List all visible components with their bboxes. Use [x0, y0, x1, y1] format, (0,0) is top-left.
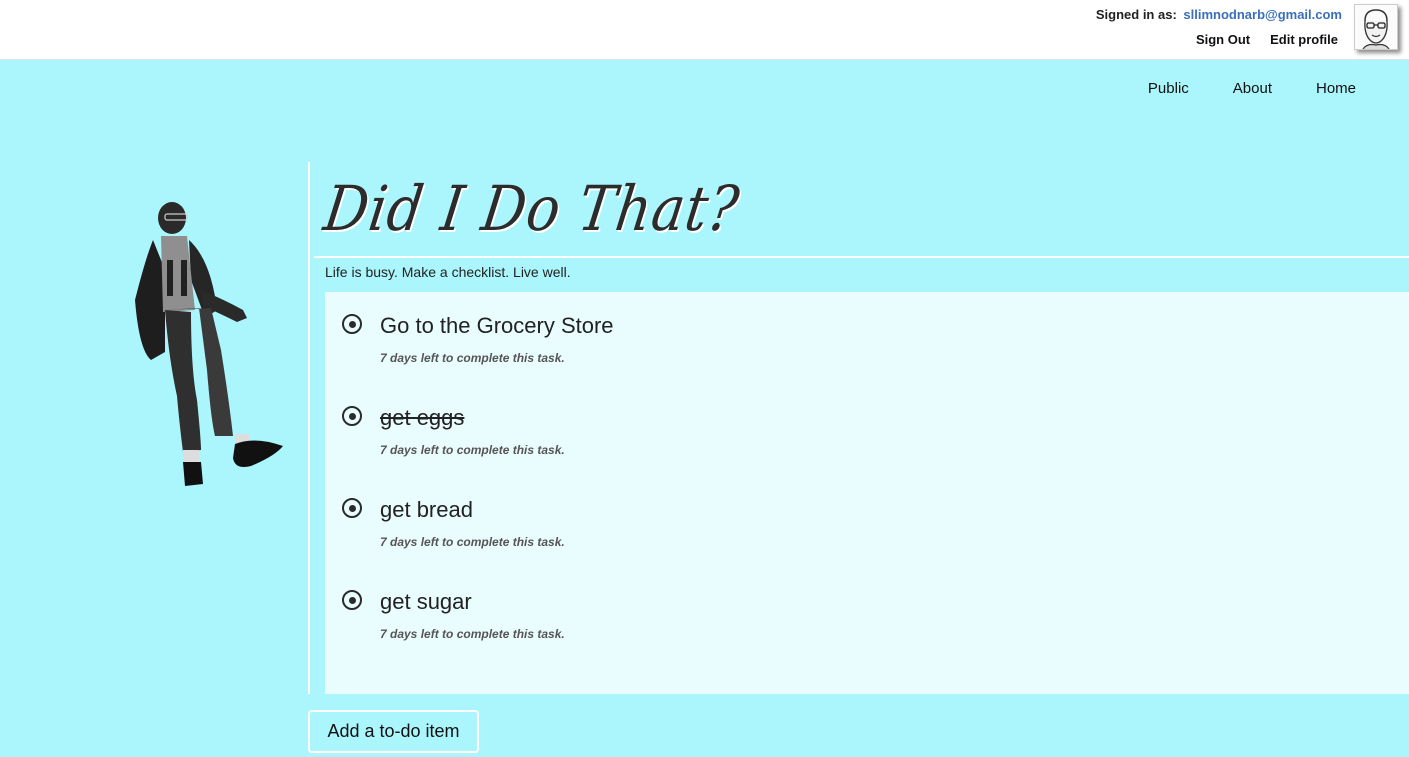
- edit-profile-link[interactable]: Edit profile: [1270, 32, 1338, 47]
- task-name[interactable]: get bread: [380, 497, 473, 523]
- user-email[interactable]: sllimnodnarb@gmail.com: [1183, 7, 1342, 22]
- tagline: Life is busy. Make a checklist. Live wel…: [325, 264, 571, 280]
- list-item: get sugar 7 days left to complete this t…: [325, 576, 1409, 646]
- avatar[interactable]: [1354, 4, 1398, 50]
- divider-horizontal: [314, 256, 1409, 258]
- list-item: Go to the Grocery Store 7 days left to c…: [325, 300, 1409, 370]
- dancing-man-figure-icon: [125, 200, 290, 490]
- list-item: get eggs 7 days left to complete this ta…: [325, 392, 1409, 462]
- task-due: 7 days left to complete this task.: [380, 351, 565, 365]
- task-name[interactable]: Go to the Grocery Store: [380, 313, 614, 339]
- add-todo-button[interactable]: Add a to-do item: [308, 710, 479, 753]
- task-name[interactable]: get eggs: [380, 405, 464, 431]
- signed-in-label: Signed in as:: [1095, 7, 1177, 22]
- signed-in-status: Signed in as: sllimnodnarb@gmail.com: [1096, 7, 1342, 22]
- nav-about[interactable]: About: [1233, 80, 1272, 97]
- page-title: Did I Do That?: [319, 172, 744, 245]
- sign-out-link[interactable]: Sign Out: [1196, 32, 1250, 47]
- radio-target-icon[interactable]: [342, 498, 362, 518]
- task-due: 7 days left to complete this task.: [380, 443, 565, 457]
- main-area: Public About Home Did I Do That? Life is…: [0, 60, 1409, 757]
- radio-target-icon[interactable]: [342, 314, 362, 334]
- divider-vertical: [308, 162, 310, 694]
- nav-home[interactable]: Home: [1316, 80, 1356, 97]
- task-name[interactable]: get sugar: [380, 589, 472, 615]
- todo-list: Go to the Grocery Store 7 days left to c…: [325, 292, 1409, 694]
- account-links: Sign Out Edit profile: [1196, 32, 1338, 47]
- top-bar: Signed in as: sllimnodnarb@gmail.com Sig…: [0, 0, 1409, 60]
- task-due: 7 days left to complete this task.: [380, 627, 565, 641]
- radio-target-icon[interactable]: [342, 406, 362, 426]
- nav-public[interactable]: Public: [1148, 80, 1189, 97]
- list-item: get bread 7 days left to complete this t…: [325, 484, 1409, 554]
- radio-target-icon[interactable]: [342, 590, 362, 610]
- main-nav: Public About Home: [1104, 80, 1356, 97]
- task-due: 7 days left to complete this task.: [380, 535, 565, 549]
- user-avatar-icon: [1355, 5, 1397, 49]
